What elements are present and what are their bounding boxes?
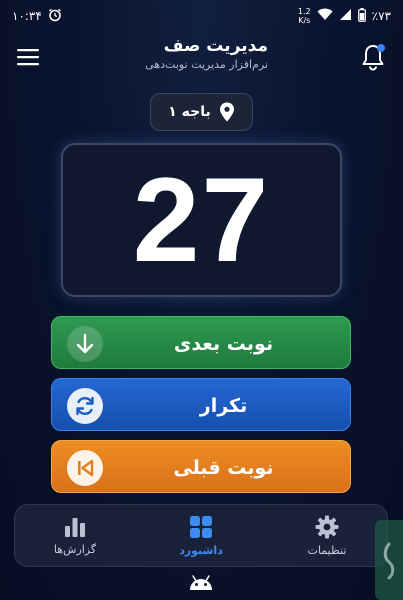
next-turn-button[interactable]: نوبت بعدی xyxy=(51,316,351,369)
hamburger-icon xyxy=(17,49,39,66)
nav-item-settings[interactable]: تنظیمات xyxy=(277,509,377,563)
status-left: ۱۰:۳۴ xyxy=(12,8,62,25)
repeat-icon-circle xyxy=(67,388,103,424)
refresh-icon xyxy=(76,396,94,416)
counter-label: باجه ۱ xyxy=(168,104,211,120)
signal-icon xyxy=(339,8,352,24)
arrow-down-icon xyxy=(76,333,94,354)
counter-selector[interactable]: باجه ۱ xyxy=(150,93,253,131)
bottom-navigation: گزارش‌ها داشبورد تنظیمات xyxy=(14,504,388,567)
nav-item-dashboard[interactable]: داشبورد xyxy=(151,509,251,563)
android-icon xyxy=(187,572,215,592)
repeat-label: تکرار xyxy=(199,394,248,417)
store-watermark-logo xyxy=(375,520,403,600)
alarm-icon xyxy=(48,8,62,25)
skip-back-icon xyxy=(78,459,94,477)
previous-turn-button[interactable]: نوبت قبلی xyxy=(51,440,351,493)
network-speed-unit: K/s xyxy=(298,16,311,25)
current-queue-number: 27 xyxy=(132,153,271,287)
status-right: 1.2 K/s ٪۷۳ xyxy=(298,7,391,25)
notifications-button[interactable] xyxy=(359,42,387,72)
battery-percent: ٪۷۳ xyxy=(371,9,391,23)
status-bar: ۱۰:۳۴ 1.2 K/s ٪۷۳ xyxy=(0,0,403,32)
battery-icon xyxy=(357,7,366,25)
next-turn-label: نوبت بعدی xyxy=(173,332,274,355)
page-subtitle: نرم‌افزار مدیریت نوبت‌دهی xyxy=(145,58,268,71)
notification-badge xyxy=(377,44,385,52)
gear-icon xyxy=(315,515,339,538)
bar-chart-icon xyxy=(65,517,85,537)
nav-label-dashboard: داشبورد xyxy=(179,543,223,557)
app-header: مدیریت صف نرم‌افزار مدیریت نوبت‌دهی xyxy=(0,32,403,86)
wifi-icon xyxy=(317,8,333,24)
dashboard-grid-icon xyxy=(190,515,212,538)
title-block: مدیریت صف نرم‌افزار مدیریت نوبت‌دهی xyxy=(145,36,268,71)
location-pin-icon xyxy=(219,102,234,122)
current-number-card: 27 xyxy=(61,143,342,297)
network-speed-value: 1.2 xyxy=(297,7,311,16)
nav-item-reports[interactable]: گزارش‌ها xyxy=(25,509,125,563)
nav-label-settings: تنظیمات xyxy=(307,543,347,557)
network-speed: 1.2 K/s xyxy=(298,7,311,25)
previous-turn-label: نوبت قبلی xyxy=(173,456,274,479)
next-icon-circle xyxy=(67,326,103,362)
status-time: ۱۰:۳۴ xyxy=(12,9,42,23)
menu-button[interactable] xyxy=(16,47,40,67)
repeat-button[interactable]: تکرار xyxy=(51,378,351,431)
page-title: مدیریت صف xyxy=(163,36,268,56)
previous-icon-circle xyxy=(67,450,103,486)
nav-label-reports: گزارش‌ها xyxy=(53,542,97,556)
